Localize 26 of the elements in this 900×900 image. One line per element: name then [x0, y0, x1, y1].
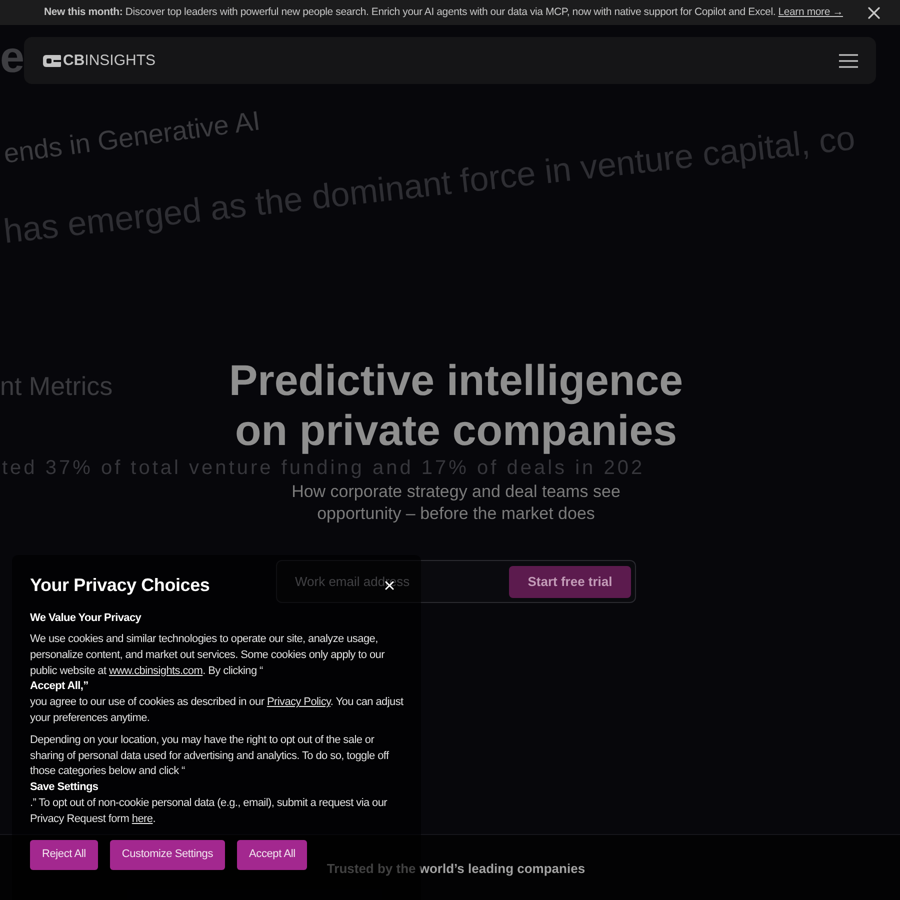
emphasized-text: Save Settings — [30, 780, 100, 796]
logo-icon — [43, 54, 61, 66]
hero-subtitle: How corporate strategy and deal teams see opportunity – before the market does — [290, 481, 622, 525]
learn-more-link[interactable]: Learn more → — [778, 6, 843, 18]
notice-text: We use cookies and similar technologies to operate our site, analyze usage, personalize content, and market out services. Some cookies only apply to our public website at www.cbinsights.com. By clicking “ — [30, 632, 386, 679]
logo[interactable]: CBINSIGHTS — [63, 52, 156, 70]
dialog-button[interactable]: Accept All — [237, 840, 308, 870]
inline-link[interactable]: Privacy Policy — [266, 696, 330, 708]
inline-link[interactable]: www.cbinsights.com — [108, 664, 203, 677]
dialog-button[interactable]: Reject All — [30, 840, 98, 870]
email-field[interactable]: Work email address — [295, 566, 503, 596]
dialog-button[interactable]: Customize Settings — [110, 840, 226, 870]
notice-text: Depending on your location, you may have the right to opt out of the sale or sharing of personal data used for advertising and analytics. To do so, toggle off those categories below and click “ — [30, 732, 390, 780]
dialog-title: Your Privacy Choices — [30, 574, 210, 597]
inline-link[interactable]: here — [132, 812, 153, 825]
close-icon[interactable] — [868, 6, 880, 18]
hero-title: Predictive intelligence on private companies — [228, 356, 684, 456]
start-trial-button[interactable]: Start free trial — [509, 566, 631, 598]
signup-form[interactable]: Work email address Start free trial — [276, 560, 636, 603]
emphasized-text: Accept All,” — [30, 679, 90, 694]
trusted-by-text: Trusted by the world’s leading companies — [326, 861, 586, 876]
announcement-text: New this month: Discover top leaders with powerful new people search. Enrich your AI agents with our data via MCP, now with native support for Copilot and Excel. Learn more → — [44, 5, 843, 20]
menu-icon[interactable] — [839, 54, 858, 68]
notice-text: you agree to our use of cookies as described in our Privacy Policy. You can adjust your preferences anytime. — [30, 695, 404, 726]
notice-text: .” To opt out of non-cookie personal data (e.g., email), submit a request via our Privacy Request form here. — [30, 796, 388, 827]
dialog-heading: We Value Your Privacy — [30, 611, 142, 626]
